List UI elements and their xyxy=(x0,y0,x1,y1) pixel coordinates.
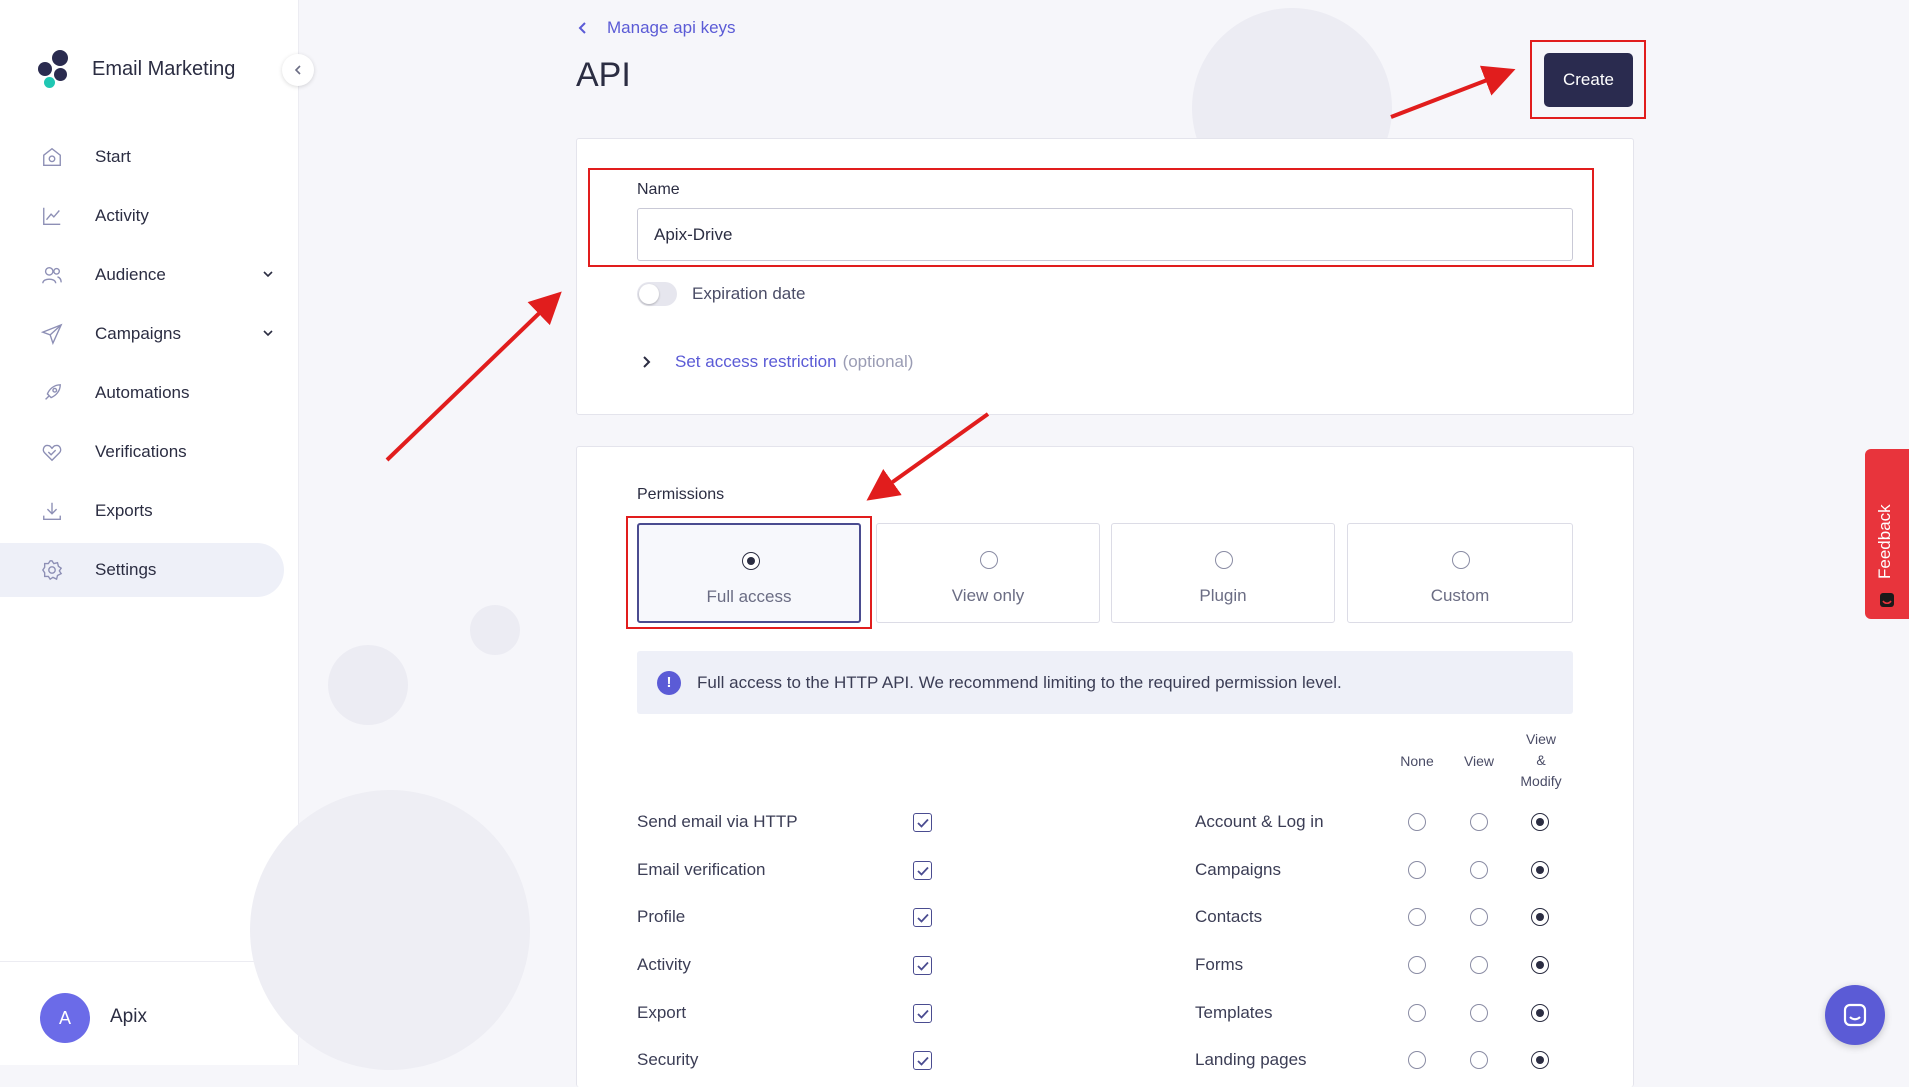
permission-row-label: Activity xyxy=(637,955,691,974)
background-circle xyxy=(470,605,520,655)
permission-level-radio[interactable] xyxy=(1408,1051,1426,1069)
chevron-right-icon xyxy=(643,356,651,368)
permission-level-radio[interactable] xyxy=(1470,861,1488,879)
permission-level-radio[interactable] xyxy=(1470,1004,1488,1022)
annotation-box-name xyxy=(588,168,1594,267)
chat-button[interactable] xyxy=(1825,985,1885,1045)
sidebar-item-activity[interactable]: Activity xyxy=(0,189,284,243)
permission-checkbox[interactable] xyxy=(913,861,932,880)
resource-row-label: Campaigns xyxy=(1195,860,1281,879)
collapse-sidebar-button[interactable] xyxy=(282,54,314,86)
permission-checkbox[interactable] xyxy=(913,1051,932,1070)
permission-level-radio[interactable] xyxy=(1408,908,1426,926)
annotation-box-create xyxy=(1530,40,1646,119)
access-restriction-link[interactable]: Set access restriction xyxy=(675,352,837,372)
permission-row-label: Export xyxy=(637,1003,687,1022)
page-title: API xyxy=(576,56,631,94)
chevron-down-icon[interactable] xyxy=(262,267,274,285)
permission-level-radio[interactable] xyxy=(1408,861,1426,879)
permission-option-custom[interactable]: Custom xyxy=(1347,523,1573,623)
sidebar-item-automations[interactable]: Automations xyxy=(0,366,284,420)
back-link[interactable]: Manage api keys xyxy=(577,18,736,38)
avatar[interactable]: A xyxy=(40,993,90,1043)
resource-row-label: Account & Log in xyxy=(1195,812,1324,831)
chat-icon xyxy=(1843,1003,1867,1027)
permission-level-radio[interactable] xyxy=(1531,1051,1549,1069)
brand[interactable]: Email Marketing xyxy=(38,50,235,88)
sidebar-item-audience[interactable]: Audience xyxy=(0,248,284,302)
feedback-label: Feedback xyxy=(1875,504,1894,579)
heart-check-icon xyxy=(40,440,64,464)
resource-row-label: Contacts xyxy=(1195,907,1263,926)
sidebar-item-campaigns[interactable]: Campaigns xyxy=(0,307,284,361)
home-icon xyxy=(40,145,64,169)
access-restriction-optional: (optional) xyxy=(842,352,914,371)
background-circle xyxy=(250,790,530,1070)
smile-icon xyxy=(1880,593,1894,607)
access-restriction-toggle[interactable]: Set access restriction (optional) xyxy=(641,352,913,372)
user-profile[interactable]: A Apix xyxy=(0,961,298,1065)
permission-info-box: ! Full access to the HTTP API. We recomm… xyxy=(637,651,1573,714)
gear-icon xyxy=(40,558,64,582)
sidebar-item-exports[interactable]: Exports xyxy=(0,484,284,538)
permission-checkbox[interactable] xyxy=(913,1004,932,1023)
paper-plane-icon xyxy=(40,322,64,346)
permission-row-label: Email verification xyxy=(637,860,766,879)
permission-row-label: Profile xyxy=(637,907,686,926)
permission-level-radio[interactable] xyxy=(1531,861,1549,879)
resource-row-label: Templates xyxy=(1195,1003,1273,1022)
permission-level-radio[interactable] xyxy=(1408,956,1426,974)
annotation-box-full-access xyxy=(626,516,872,629)
chevron-left-icon xyxy=(294,65,301,75)
rocket-icon xyxy=(40,381,64,405)
background-circle xyxy=(328,645,408,725)
download-icon xyxy=(40,499,64,523)
radio-button[interactable] xyxy=(1215,551,1233,569)
permission-option-plugin[interactable]: Plugin xyxy=(1111,523,1335,623)
permission-level-radio[interactable] xyxy=(1408,813,1426,831)
resource-row-label: Landing pages xyxy=(1195,1050,1307,1069)
column-header-none: None xyxy=(1400,753,1434,769)
radio-button[interactable] xyxy=(1452,551,1470,569)
permission-level-radio[interactable] xyxy=(1470,813,1488,831)
back-link-label: Manage api keys xyxy=(607,18,736,37)
column-header-view: View xyxy=(1463,753,1495,769)
permission-level-radio[interactable] xyxy=(1408,1004,1426,1022)
expiration-date-label: Expiration date xyxy=(692,284,806,303)
permission-row-label: Security xyxy=(637,1050,699,1069)
brand-logo-icon xyxy=(38,50,74,88)
permission-level-radio[interactable] xyxy=(1470,908,1488,926)
permissions-label: Permissions xyxy=(637,486,725,503)
sidebar-nav: Start Activity Audience Campaigns Automa… xyxy=(0,130,298,602)
chart-icon xyxy=(40,204,64,228)
permission-level-radio[interactable] xyxy=(1531,813,1549,831)
permission-checkbox[interactable] xyxy=(913,908,932,927)
permission-checkbox[interactable] xyxy=(913,813,932,832)
sidebar-item-settings[interactable]: Settings xyxy=(0,543,284,597)
brand-name: Email Marketing xyxy=(92,57,236,80)
permission-checkbox[interactable] xyxy=(913,956,932,975)
resource-row-label: Forms xyxy=(1195,955,1244,974)
permission-option-view-only[interactable]: View only xyxy=(876,523,1100,623)
users-icon xyxy=(40,263,64,287)
sidebar-item-start[interactable]: Start xyxy=(0,130,284,184)
expiration-date-toggle[interactable] xyxy=(637,282,677,306)
chevron-left-icon xyxy=(578,22,586,34)
info-icon: ! xyxy=(657,670,681,695)
chevron-down-icon[interactable] xyxy=(262,326,274,344)
permission-level-radio[interactable] xyxy=(1531,908,1549,926)
permission-level-radio[interactable] xyxy=(1470,1051,1488,1069)
permission-level-radio[interactable] xyxy=(1470,956,1488,974)
feedback-tab[interactable]: Feedback xyxy=(1865,449,1909,619)
permission-level-radio[interactable] xyxy=(1531,956,1549,974)
user-name: Apix xyxy=(110,1006,147,1027)
column-header-view-modify: View & Modify xyxy=(1520,731,1562,789)
permission-info-text: Full access to the HTTP API. We recommen… xyxy=(697,672,1342,692)
sidebar-item-verifications[interactable]: Verifications xyxy=(0,425,284,479)
radio-button[interactable] xyxy=(980,551,998,569)
permission-row-label: Send email via HTTP xyxy=(637,812,798,831)
permission-level-radio[interactable] xyxy=(1531,1004,1549,1022)
